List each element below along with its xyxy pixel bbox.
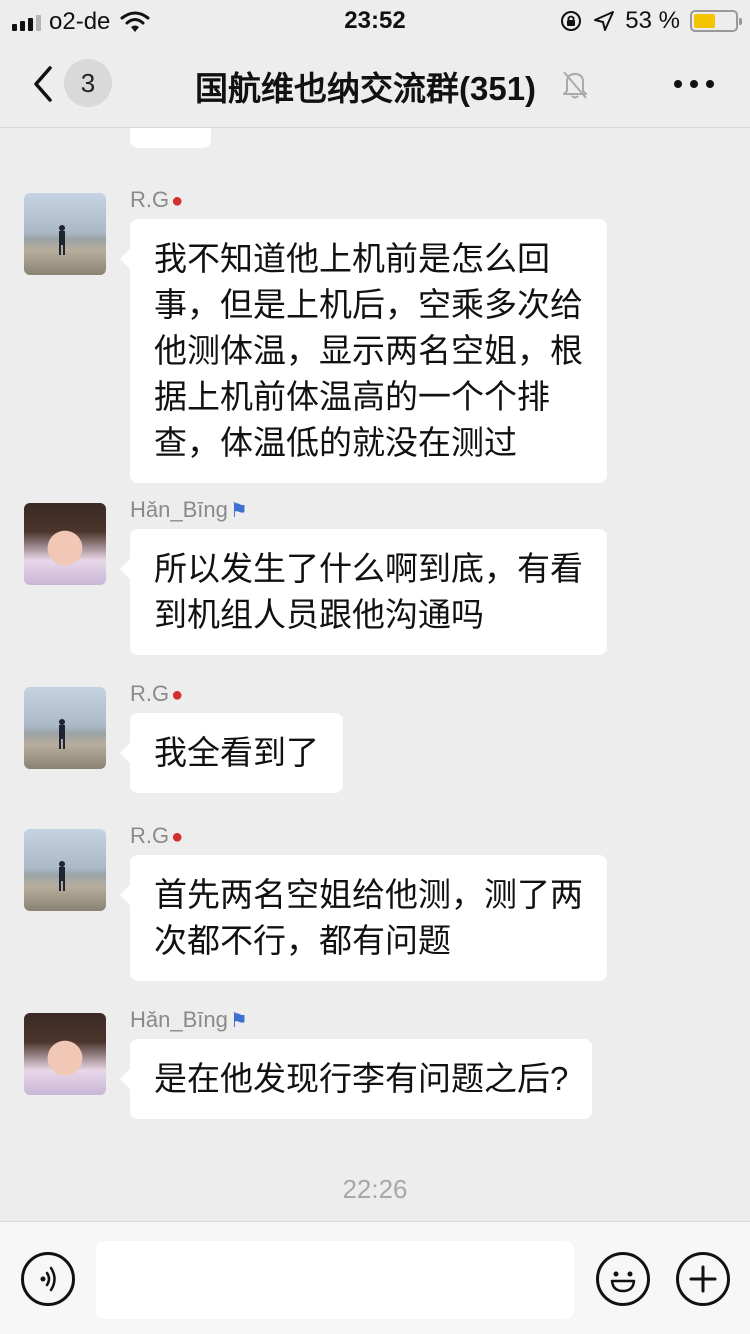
fish-flag-icon: ⚑: [229, 500, 248, 522]
avatar[interactable]: [24, 829, 106, 911]
nav-bar: 3 国航维也纳交流群(351): [0, 40, 750, 128]
sender-name-text: Hǎn_Bīng: [130, 497, 228, 522]
chat-area[interactable]: 啊 R.G●我不知道他上机前是怎么回事，但是上机后，空乘多次给他测体温，显示两名…: [0, 128, 750, 1220]
message-bubble[interactable]: 我全看到了: [120, 713, 343, 793]
back-chevron-icon[interactable]: [28, 64, 58, 104]
sender-name: R.G ●: [130, 187, 183, 213]
avatar[interactable]: [24, 503, 106, 585]
input-bar: [0, 1221, 750, 1334]
boxing-glove-icon: ●: [171, 684, 184, 706]
message-text-line: 所以发生了什么啊到底，有看: [154, 550, 583, 587]
voice-icon: [40, 1266, 56, 1292]
sender-name-text: Hǎn_Bīng: [130, 1007, 228, 1032]
message-bubble[interactable]: 啊: [130, 128, 211, 148]
status-right: 53 %: [559, 7, 742, 35]
boxing-glove-icon: ●: [171, 190, 184, 212]
avatar[interactable]: [24, 193, 106, 275]
unread-count-badge[interactable]: 3: [64, 59, 112, 107]
sender-name: R.G ●: [130, 823, 183, 849]
message-input[interactable]: [96, 1241, 574, 1319]
chat-title: 国航维也纳交流群(351): [195, 70, 537, 107]
plus-button[interactable]: [676, 1252, 730, 1306]
time-divider: 22:26: [342, 1174, 408, 1204]
location-icon: [594, 11, 615, 31]
status-bar: o2-de 23:52 53 %: [0, 0, 750, 40]
message-text-line: 我全看到了: [154, 734, 319, 771]
sender-name-text: R.G: [130, 823, 170, 848]
message-text-line: 是在他发现行李有问题之后?: [154, 1060, 569, 1097]
message-text-line: 我不知道他上机前是怎么回: [154, 240, 550, 277]
plus-icon: [689, 1265, 717, 1293]
boxing-glove-icon: ●: [171, 826, 184, 848]
message-text-line: 首先两名空姐给他测，测了两: [154, 876, 583, 913]
sender-name-text: R.G: [130, 187, 170, 212]
fish-flag-icon: ⚑: [229, 1010, 248, 1032]
message-bubble[interactable]: 首先两名空姐给他测，测了两 次都不行，都有问题: [120, 855, 607, 981]
message-text-line: 到机组人员跟他沟通吗: [154, 596, 484, 633]
emoji-button[interactable]: [596, 1252, 650, 1306]
sender-name-text: R.G: [130, 681, 170, 706]
message-text-line: 查，体温低的就没在测过: [154, 424, 517, 461]
message-bubble[interactable]: 是在他发现行李有问题之后?: [119, 1039, 593, 1119]
message-text-line: 事，但是上机后，空乘多次给: [154, 286, 583, 323]
avatar[interactable]: [24, 687, 106, 769]
sender-name: Hǎn_Bīng ⚑: [130, 497, 248, 523]
smiley-icon: [610, 1271, 636, 1293]
avatar[interactable]: [24, 1013, 106, 1095]
more-icon[interactable]: [674, 80, 714, 88]
battery-icon: [690, 10, 742, 32]
message-text-line: 他测体温，显示两名空姐，根: [154, 332, 583, 369]
message-text-line: 据上机前体温高的一个个排: [154, 378, 550, 415]
voice-button[interactable]: [21, 1252, 75, 1306]
message-bubble[interactable]: 所以发生了什么啊到底，有看 到机组人员跟他沟通吗: [120, 529, 607, 655]
orientation-lock-icon: [561, 11, 582, 31]
sender-name: R.G ●: [130, 681, 183, 707]
sender-name: Hǎn_Bīng ⚑: [130, 1007, 248, 1033]
battery-fill: [694, 14, 716, 28]
message-bubble[interactable]: 我不知道他上机前是怎么回 事，但是上机后，空乘多次给 他测体温，显示两名空姐，根 据上…: [120, 219, 607, 483]
battery-percent: 53 %: [625, 7, 680, 34]
mute-bell-icon: [563, 71, 587, 99]
message-text-line: 次都不行，都有问题: [154, 922, 451, 959]
